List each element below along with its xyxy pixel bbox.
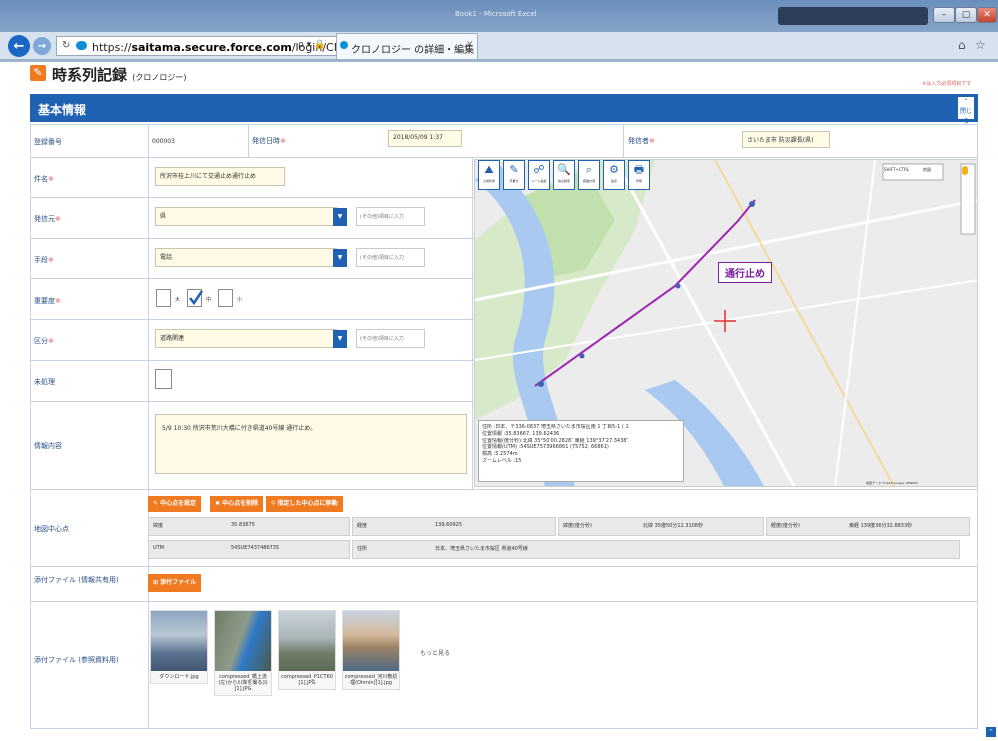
content-textarea[interactable]: 5/9 10:30 所沢市荒川大橋に付き県道40号線 通行止め。 bbox=[155, 414, 467, 474]
attachment-image bbox=[279, 611, 335, 671]
lng-dms-field: 経度(度分秒) 東経 139度36分32.8833秒 bbox=[766, 517, 970, 536]
attachment-image bbox=[343, 611, 399, 671]
route-tool[interactable]: ☍ ルート編集 bbox=[528, 160, 550, 190]
forward-button[interactable]: → bbox=[33, 37, 51, 55]
draw-tool[interactable]: ✎ 手書き bbox=[503, 160, 525, 190]
chevron-down-icon[interactable]: ▼ bbox=[333, 249, 347, 267]
date-field[interactable]: 2018/05/09 1:37 bbox=[388, 130, 462, 147]
checkmark-icon bbox=[189, 290, 204, 306]
map-attribution: 地図データ ©2018 Google, ZENRIN bbox=[866, 481, 918, 485]
priority-large-checkbox[interactable] bbox=[156, 289, 171, 307]
section-header bbox=[30, 94, 978, 122]
tab-close-icon[interactable]: ✕ bbox=[466, 40, 474, 50]
lat-dms-field: 緯度(度分秒) 北緯 35度50分12.3108秒 bbox=[558, 517, 764, 536]
category-other-field[interactable]: (その他)項目に入力 bbox=[356, 329, 425, 348]
priority-large-label: 大 bbox=[175, 297, 181, 303]
attachment-image bbox=[215, 611, 271, 671]
source-label: 発信元※ bbox=[34, 215, 61, 223]
utm-field: UTM 54SUE7437486735 bbox=[148, 540, 350, 559]
attach-share-label: 添付ファイル (情報共有用) bbox=[34, 576, 119, 584]
page-title: 時系列記録 (クロノロジー) bbox=[52, 66, 187, 84]
land-use-tool[interactable]: ⛰ 土地利用 bbox=[478, 160, 500, 190]
lng-field: 経度 139.60925 bbox=[352, 517, 556, 536]
priority-small-label: 小 bbox=[237, 297, 243, 303]
sender-label: 発信者※ bbox=[628, 137, 655, 145]
print-tool[interactable]: 🖶 印刷 bbox=[628, 160, 650, 190]
date-label: 発信日時※ bbox=[252, 137, 286, 145]
section-title: 基本情報 bbox=[38, 103, 87, 117]
priority-medium-checkbox[interactable] bbox=[187, 289, 204, 307]
window-title: Book1 - Microsoft Excel bbox=[455, 10, 537, 18]
minimize-button[interactable]: – bbox=[933, 7, 955, 23]
collapse-button[interactable]: ⌃ 閉じる bbox=[958, 97, 974, 125]
attach-ref-label: 添付ファイル (参照資料用) bbox=[34, 656, 119, 664]
reg-no-value: 000003 bbox=[152, 138, 175, 145]
refresh-icon[interactable]: ↻ bbox=[62, 40, 70, 51]
taskbar-icons bbox=[778, 7, 928, 25]
maximize-button[interactable]: ▢ bbox=[955, 7, 977, 23]
chevron-up-icon: ⌃ bbox=[963, 98, 969, 105]
means-label: 手段※ bbox=[34, 256, 54, 264]
move-to-center-button[interactable]: ⚲ 指定した中心点に移動 bbox=[266, 496, 343, 512]
category-select[interactable]: 道路関連 bbox=[155, 329, 337, 348]
sender-field[interactable]: さいたま市 防災課長(県) bbox=[742, 131, 830, 148]
salesforce-icon bbox=[76, 41, 87, 50]
geo-label: 地図中心点 bbox=[34, 525, 69, 533]
source-select[interactable]: 県 bbox=[155, 207, 337, 226]
means-select[interactable]: 電話 bbox=[155, 248, 337, 267]
road-closed-label: 通行止め bbox=[718, 262, 772, 283]
map-shortcut-text: SHIFT+CTRL bbox=[884, 167, 909, 172]
search-tool[interactable]: 🔍 地点検索 bbox=[553, 160, 575, 190]
means-other-field[interactable]: (その他)項目に入力 bbox=[356, 248, 425, 267]
reg-no-label: 登録番号 bbox=[34, 138, 62, 146]
pencil-icon: ✎ bbox=[30, 65, 46, 81]
category-label: 区分※ bbox=[34, 337, 54, 345]
search-icon[interactable]: ρ ▾ 🔒 bbox=[298, 40, 325, 50]
address-field: 住所 日本、埼玉県さいたま市桜区 県道40号線 bbox=[352, 540, 960, 559]
unresolved-label: 未処理 bbox=[34, 378, 55, 386]
favorites-star-icon[interactable]: ☆ bbox=[975, 38, 986, 52]
subject-field[interactable]: 所沢市桂上川にて交通止め通行止め bbox=[155, 167, 285, 186]
attachment-thumb[interactable]: ダウンロード.jpg bbox=[150, 610, 208, 684]
measure-tool[interactable]: ⌕ 距離計測 bbox=[578, 160, 600, 190]
tab-favicon-icon bbox=[340, 41, 348, 49]
back-button[interactable]: ← bbox=[8, 35, 30, 57]
scroll-top-button[interactable]: ⌃ bbox=[986, 727, 996, 737]
tab-title: クロノロジー の詳細・編集 bbox=[351, 45, 475, 56]
map-type-select[interactable]: 地図 bbox=[923, 167, 931, 173]
subject-label: 件名※ bbox=[34, 175, 54, 183]
priority-medium-label: 中 bbox=[206, 297, 212, 303]
required-note: ※は入力必須項目です bbox=[922, 81, 972, 87]
attachment-image bbox=[151, 611, 207, 671]
map-toolbar: ⛰ 土地利用 ✎ 手書き ☍ ルート編集 🔍 地点検索 ⌕ 距離計測 ⚙ 設定 🖶 印刷 bbox=[478, 160, 656, 190]
source-other-field[interactable]: (その他)項目に入力 bbox=[356, 207, 425, 226]
delete-center-button[interactable]: ✖ 中心点を削除 bbox=[210, 496, 264, 512]
attachment-thumb[interactable]: compressed_河川敷処理(Ohmin)[1].jpg bbox=[342, 610, 400, 690]
lat-field: 緯度 35.83675 bbox=[148, 517, 350, 536]
close-window-button[interactable]: ✕ bbox=[977, 7, 997, 23]
chevron-down-icon[interactable]: ▼ bbox=[333, 330, 347, 348]
add-attachment-button[interactable]: ⊞ 添付ファイル bbox=[148, 574, 202, 592]
priority-small-checkbox[interactable] bbox=[218, 289, 233, 307]
home-icon[interactable]: ⌂ bbox=[958, 38, 966, 52]
set-center-button[interactable]: ✎ 中心点を設定 bbox=[148, 496, 202, 512]
map-info-panel: 住所 :日本、〒336-0837 埼玉県さいたま市桜区南 1 丁目5-1 ( 1… bbox=[478, 420, 684, 482]
chevron-down-icon[interactable]: ▼ bbox=[333, 208, 347, 226]
attachment-thumb[interactable]: compressed_橋上流 (左)から川岸を撮る(I) [1].JPG bbox=[214, 610, 272, 696]
priority-label: 重要度※ bbox=[34, 297, 61, 305]
attachment-thumb[interactable]: compressed_P1CT60 [1].JPG bbox=[278, 610, 336, 690]
street-view-icon[interactable] bbox=[962, 166, 968, 175]
unresolved-checkbox[interactable] bbox=[155, 369, 172, 389]
content-label: 情報内容 bbox=[34, 442, 62, 450]
settings-tool[interactable]: ⚙ 設定 bbox=[603, 160, 625, 190]
more-link[interactable]: もっと見る bbox=[420, 648, 450, 657]
